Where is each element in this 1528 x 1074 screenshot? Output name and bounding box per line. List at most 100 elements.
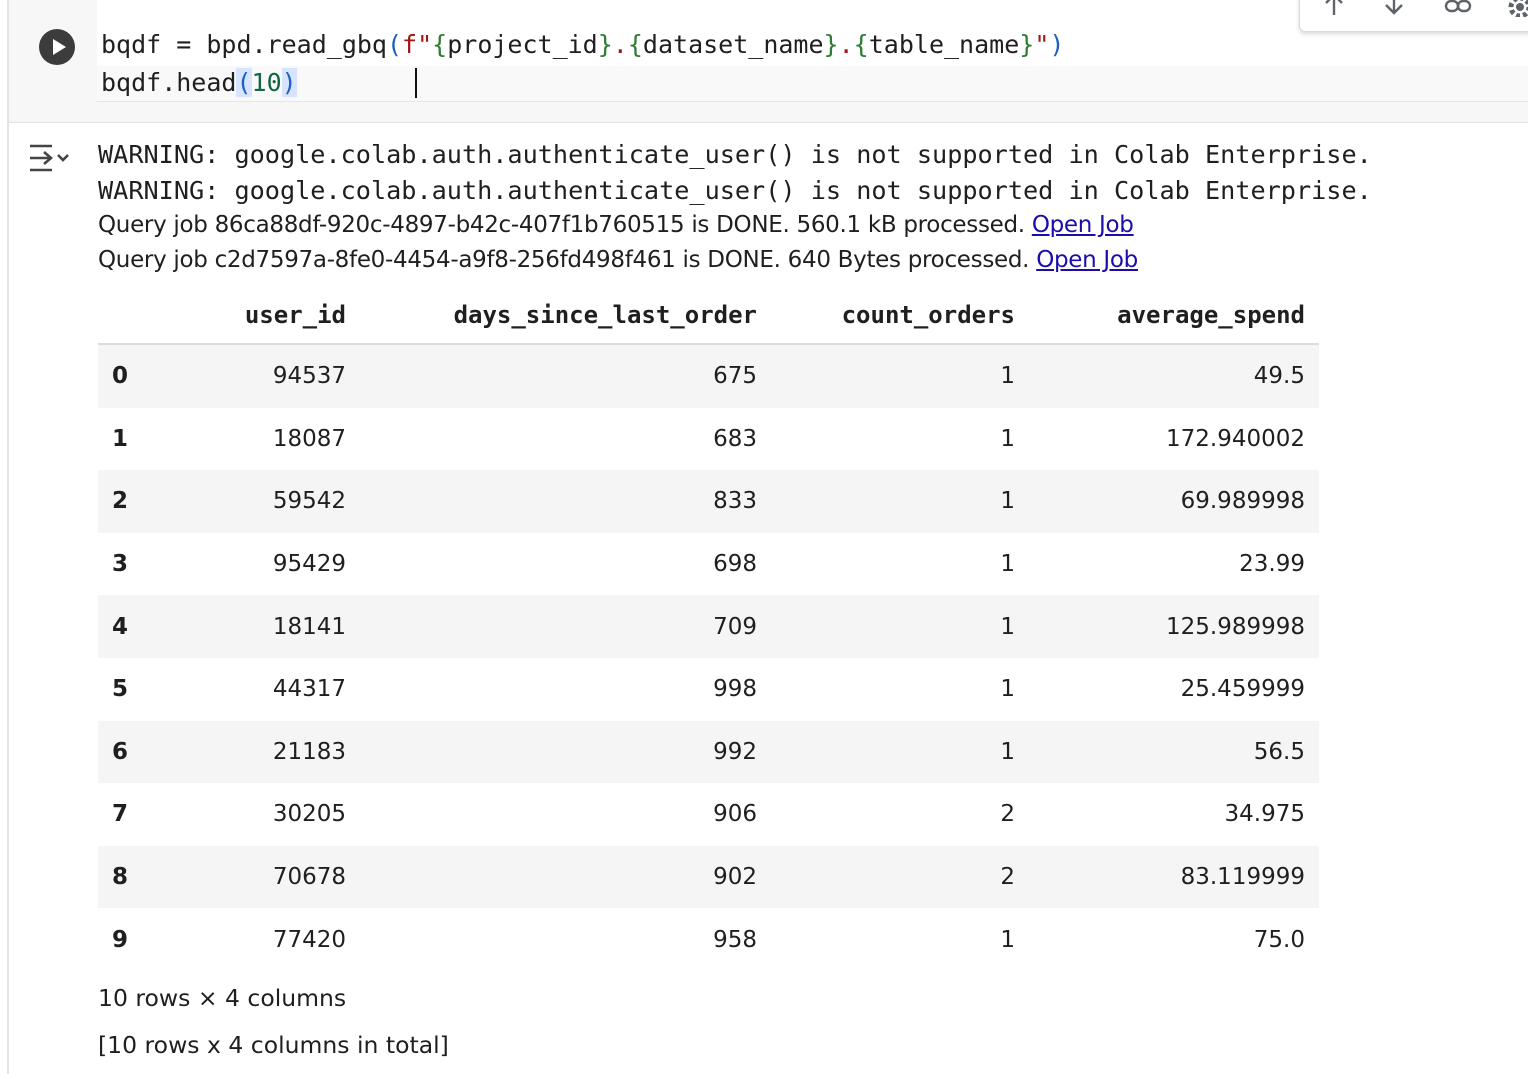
dataframe-total-summary: [10 rows x 4 columns in total] <box>98 1031 449 1059</box>
row-index: 6 <box>98 720 186 784</box>
row-index: 3 <box>98 532 186 596</box>
table-cell: 1 <box>771 532 1029 596</box>
table-row: 0 94537 675 1 49.5 <box>98 344 1319 408</box>
table-cell: 698 <box>360 532 771 596</box>
table-cell: 2 <box>771 783 1029 846</box>
table-cell: 2 <box>771 845 1029 909</box>
table-cell: 1 <box>771 657 1029 721</box>
code-token: . <box>612 30 628 59</box>
open-job-link[interactable]: Open Job <box>1032 212 1134 238</box>
column-header: user_id <box>186 287 360 345</box>
table-cell: 49.5 <box>1029 344 1319 408</box>
row-index: 8 <box>98 845 186 909</box>
table-cell: 59542 <box>186 470 360 533</box>
table-cell: 675 <box>360 344 771 408</box>
column-header-index <box>98 287 186 345</box>
cell-left-rule <box>7 0 9 1074</box>
code-token: ) <box>1049 30 1065 59</box>
output-toggle-icon[interactable] <box>26 140 74 176</box>
code-token: . <box>838 30 854 59</box>
table-cell: 75.0 <box>1029 908 1319 971</box>
column-header: days_since_last_order <box>360 287 771 345</box>
current-line-highlight <box>97 66 1528 101</box>
run-cell-button[interactable] <box>39 29 75 65</box>
open-job-link[interactable]: Open Job <box>1036 247 1138 273</box>
code-line-2: bqdf.head(10) <box>101 64 297 102</box>
table-cell: 958 <box>360 908 771 971</box>
table-cell: 70678 <box>186 845 360 909</box>
table-cell: 69.989998 <box>1029 470 1319 533</box>
code-token: } <box>1019 30 1035 59</box>
code-token: bqdf = bpd.read_gbq <box>101 30 387 59</box>
warning-line: WARNING: google.colab.auth.authenticate_… <box>98 176 1372 205</box>
table-cell: 833 <box>360 470 771 533</box>
dataframe-shape-summary: 10 rows × 4 columns <box>98 984 347 1012</box>
link-icon[interactable] <box>1444 0 1472 17</box>
code-cell[interactable]: bqdf = bpd.read_gbq(f"{project_id}.{data… <box>9 0 1528 123</box>
table-cell: 1 <box>771 470 1029 533</box>
table-row: 1 18087 683 1 172.940002 <box>98 407 1319 471</box>
table-cell: 25.459999 <box>1029 657 1319 721</box>
table-cell: 906 <box>360 783 771 846</box>
table-row: 2 59542 833 1 69.989998 <box>98 470 1319 533</box>
code-token: 10 <box>251 68 282 97</box>
column-header: average_spend <box>1029 287 1319 345</box>
query-job-status: Query job 86ca88df-920c-4897-b42c-407f1b… <box>98 208 1134 242</box>
table-cell: 125.989998 <box>1029 595 1319 658</box>
table-row: 5 44317 998 1 25.459999 <box>98 657 1319 721</box>
table-cell: 172.940002 <box>1029 407 1319 471</box>
query-job-status: Query job c2d7597a-8fe0-4454-a9f8-256fd4… <box>98 243 1138 277</box>
move-down-icon[interactable] <box>1380 0 1408 17</box>
code-token: bqdf.head <box>101 68 237 97</box>
code-token: " <box>1034 30 1050 59</box>
row-index: 4 <box>98 595 186 658</box>
table-header-row: user_id days_since_last_order count_orde… <box>98 287 1319 345</box>
table-cell: 1 <box>771 908 1029 971</box>
row-index: 0 <box>98 344 186 408</box>
code-line-1: bqdf = bpd.read_gbq(f"{project_id}.{data… <box>101 26 1064 64</box>
table-cell: 18141 <box>186 595 360 658</box>
table-cell: 18087 <box>186 407 360 471</box>
row-index: 7 <box>98 783 186 846</box>
code-token: f" <box>402 30 433 59</box>
play-icon <box>53 39 66 55</box>
table-cell: 1 <box>771 344 1029 408</box>
table-cell: 83.119999 <box>1029 845 1319 909</box>
table-cell: 998 <box>360 657 771 721</box>
code-token: dataset_name <box>642 30 824 59</box>
table-cell: 902 <box>360 845 771 909</box>
move-up-icon[interactable] <box>1320 0 1348 17</box>
table-row: 3 95429 698 1 23.99 <box>98 532 1319 596</box>
code-token: ) <box>281 68 297 97</box>
table-cell: 94537 <box>186 344 360 408</box>
cell-toolbar <box>1299 0 1528 32</box>
row-index: 1 <box>98 407 186 471</box>
row-index: 9 <box>98 908 186 971</box>
table-cell: 23.99 <box>1029 532 1319 596</box>
table-row: 8 70678 902 2 83.119999 <box>98 845 1319 909</box>
warning-line: WARNING: google.colab.auth.authenticate_… <box>98 140 1372 169</box>
table-row: 9 77420 958 1 75.0 <box>98 908 1319 971</box>
gear-icon[interactable] <box>1506 0 1528 17</box>
code-token: } <box>823 30 839 59</box>
table-cell: 77420 <box>186 908 360 971</box>
table-row: 7 30205 906 2 34.975 <box>98 783 1319 846</box>
code-token: ( <box>386 30 403 59</box>
table-cell: 709 <box>360 595 771 658</box>
table-cell: 21183 <box>186 720 360 784</box>
column-header: count_orders <box>771 287 1029 345</box>
table-cell: 1 <box>771 720 1029 784</box>
text-cursor <box>415 68 417 98</box>
table-cell: 1 <box>771 407 1029 471</box>
code-token: table_name <box>868 30 1020 59</box>
code-token: { <box>627 30 643 59</box>
table-cell: 34.975 <box>1029 783 1319 846</box>
table-cell: 683 <box>360 407 771 471</box>
table-cell: 30205 <box>186 783 360 846</box>
table-cell: 56.5 <box>1029 720 1319 784</box>
code-token: { <box>432 30 448 59</box>
table-row: 4 18141 709 1 125.989998 <box>98 595 1319 658</box>
table-cell: 992 <box>360 720 771 784</box>
query-job-text: Query job c2d7597a-8fe0-4454-a9f8-256fd4… <box>98 247 1037 273</box>
code-token: project_id <box>447 30 598 59</box>
